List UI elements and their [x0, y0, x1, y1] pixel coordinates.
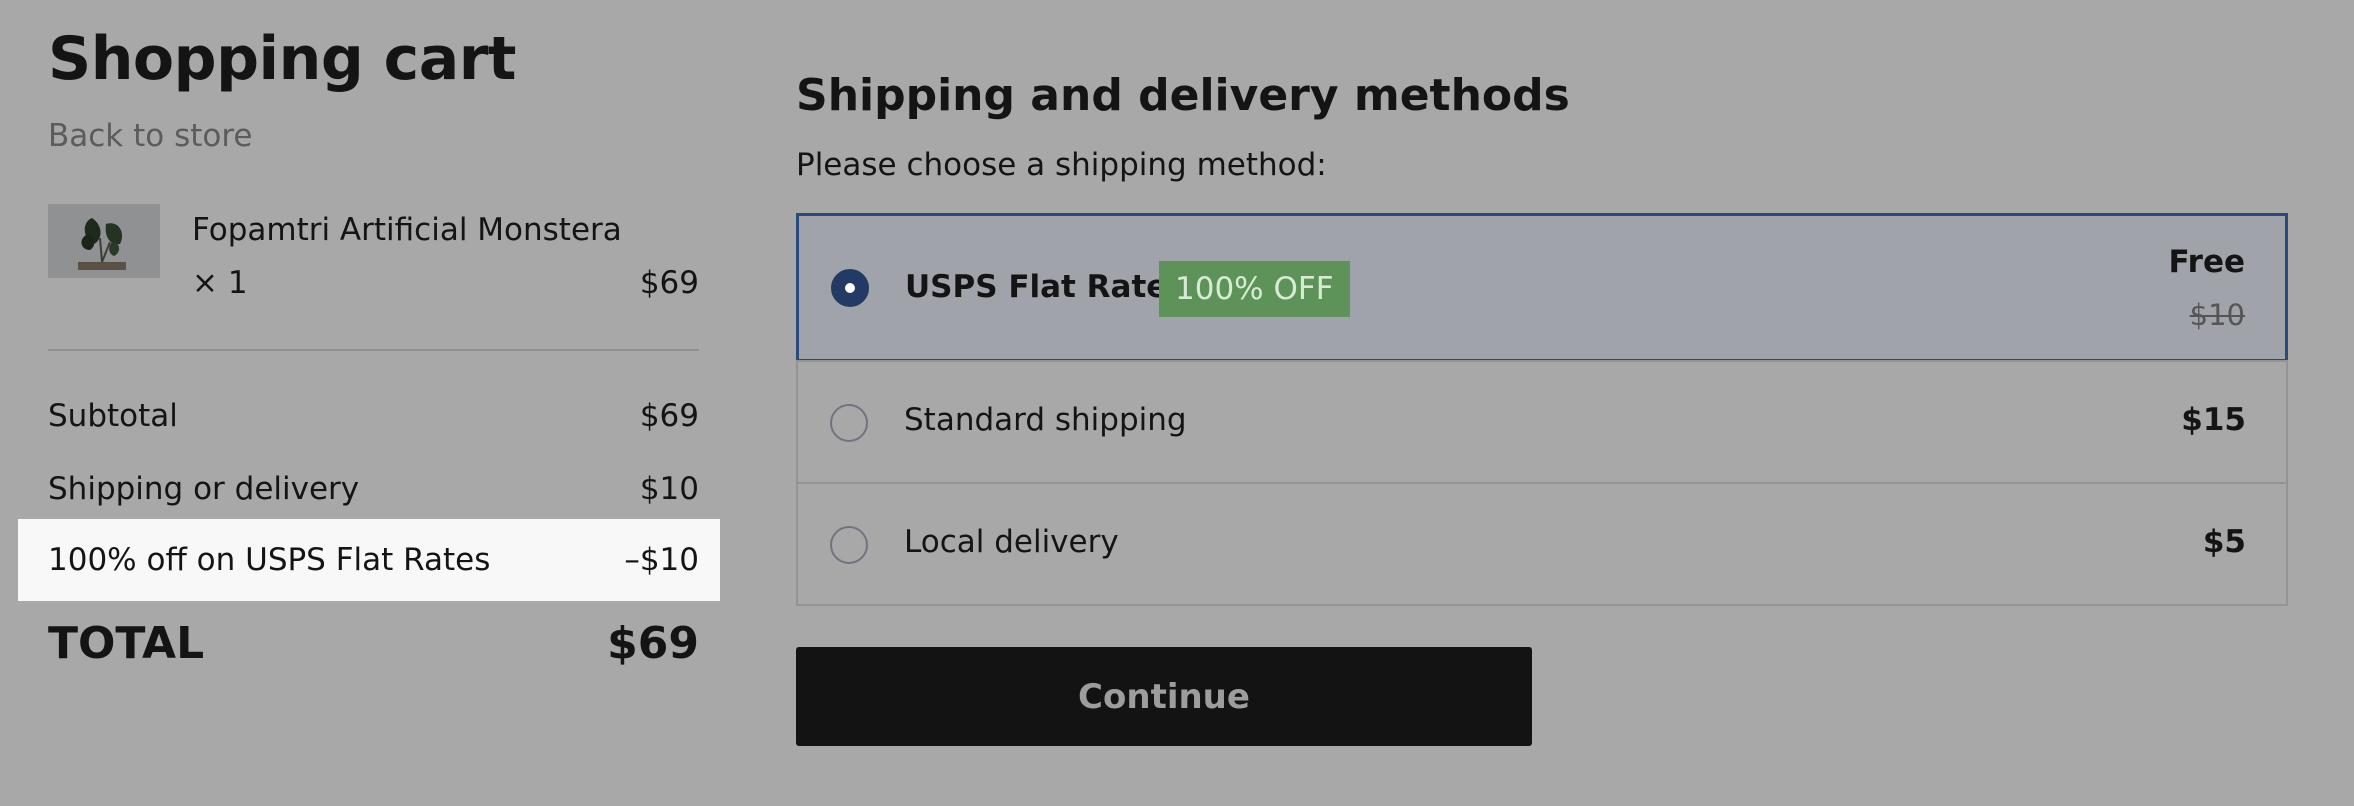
cart-divider [48, 349, 699, 351]
product-name: Fopamtri Artificial Monstera [192, 212, 622, 248]
discount-row: 100% off on USPS Flat Rates –$10 [48, 540, 699, 580]
radio-unselected-icon[interactable] [830, 526, 868, 564]
radio-selected-icon[interactable] [831, 269, 869, 307]
shipping-title: Shipping and delivery methods [796, 70, 1570, 121]
shipping-label: Shipping or delivery [48, 471, 360, 507]
shipping-option-usps[interactable]: USPS Flat Rates 100% OFF Free $10 [796, 213, 2288, 362]
discount-badge: 100% OFF [1159, 261, 1350, 317]
shipping-option-price: $15 [2181, 402, 2246, 438]
total-value: $69 [607, 617, 699, 669]
shipping-option-old-price: $10 [2189, 298, 2245, 332]
product-price: $69 [639, 265, 699, 301]
shipping-option-price: Free [2168, 244, 2245, 280]
shipping-value: $10 [639, 471, 699, 507]
subtotal-row: Subtotal $69 [48, 396, 699, 436]
radio-unselected-icon[interactable] [830, 404, 868, 442]
monstera-plant-image [48, 204, 160, 278]
total-row: TOTAL $69 [48, 616, 699, 670]
page-title: Shopping cart [48, 24, 517, 94]
continue-button[interactable]: Continue [796, 647, 1532, 746]
subtotal-value: $69 [639, 398, 699, 434]
discount-label: 100% off on USPS Flat Rates [48, 542, 491, 578]
shipping-row: Shipping or delivery $10 [48, 469, 699, 509]
subtotal-label: Subtotal [48, 398, 178, 434]
total-label: TOTAL [48, 617, 205, 669]
shipping-option-local[interactable]: Local delivery $5 [796, 482, 2288, 606]
discount-value: –$10 [624, 542, 699, 578]
product-quantity: × 1 [192, 265, 248, 301]
shipping-option-label: Standard shipping [904, 402, 1187, 438]
product-thumbnail [48, 204, 160, 278]
shipping-option-price: $5 [2202, 524, 2246, 560]
shipping-option-label: USPS Flat Rates [905, 269, 1186, 305]
shipping-option-standard[interactable]: Standard shipping $15 [796, 360, 2288, 484]
shipping-instruction: Please choose a shipping method: [796, 147, 1327, 183]
shipping-option-label: Local delivery [904, 524, 1119, 560]
back-to-store-link[interactable]: Back to store [48, 118, 253, 154]
